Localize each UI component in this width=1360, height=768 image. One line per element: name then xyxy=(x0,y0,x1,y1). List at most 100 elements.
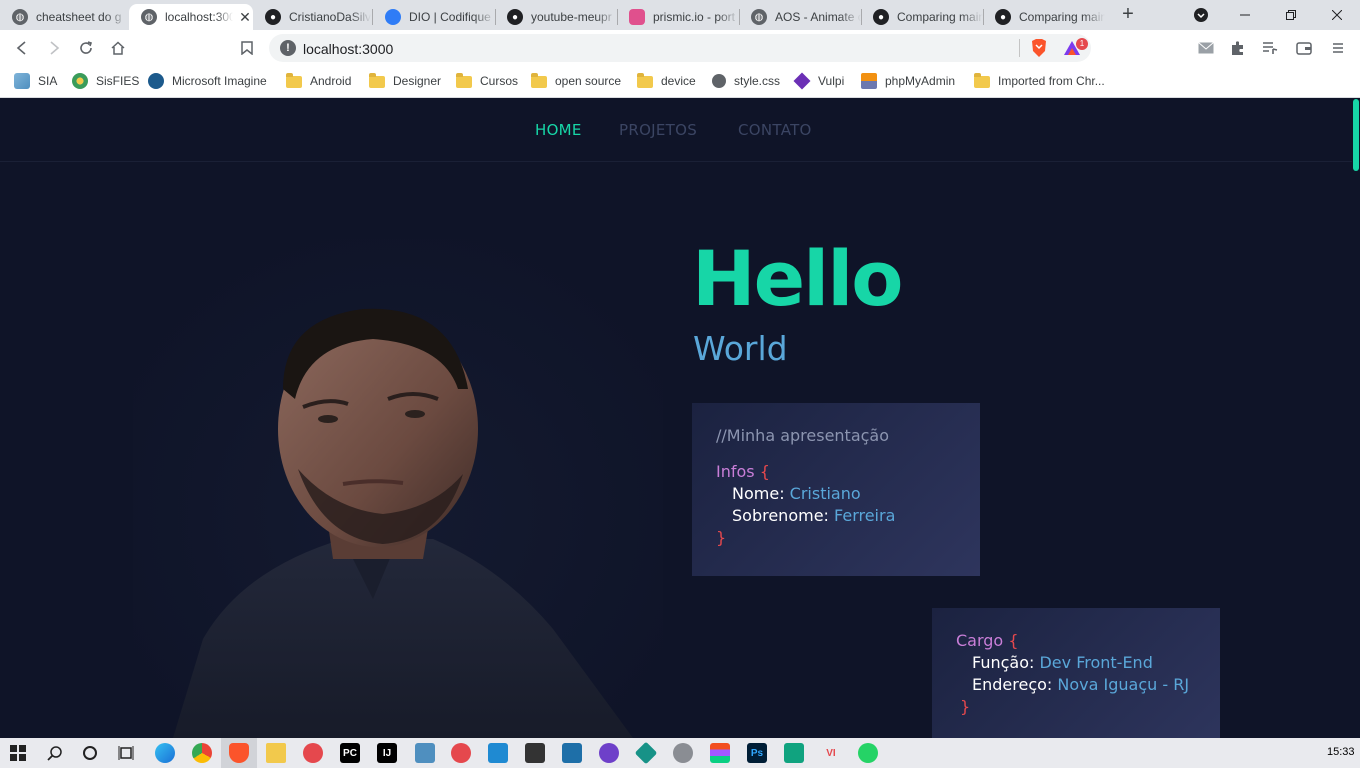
brave-shields-button[interactable] xyxy=(1027,36,1051,60)
bookmark-sia[interactable]: SIA xyxy=(14,72,57,90)
bookmark-designer[interactable]: Designer xyxy=(369,72,441,90)
bookmark-phpmyadmin[interactable]: phpMyAdmin xyxy=(861,72,955,90)
close-window-button[interactable] xyxy=(1314,0,1360,30)
media-button[interactable] xyxy=(1258,36,1282,60)
github-desktop-icon[interactable] xyxy=(599,743,619,763)
tab-prismic[interactable]: prismic.io - port xyxy=(617,4,739,30)
file-explorer-icon[interactable] xyxy=(266,743,286,763)
brave-icon[interactable] xyxy=(229,743,249,763)
reload-button[interactable] xyxy=(74,36,98,60)
forward-button[interactable] xyxy=(42,36,66,60)
tab-localhost[interactable]: ◍ localhost:3000 ✕ xyxy=(129,4,253,30)
bookmark-device[interactable]: device xyxy=(637,72,696,90)
sisfies-icon xyxy=(72,73,88,89)
tab-title: localhost:3000 xyxy=(165,10,233,24)
rewards-badge: 1 xyxy=(1076,38,1088,50)
virtualbox-icon[interactable] xyxy=(415,743,435,763)
back-button[interactable] xyxy=(10,36,34,60)
new-tab-button[interactable]: + xyxy=(1117,4,1139,26)
bookmark-label: Android xyxy=(310,74,352,88)
cortana-icon xyxy=(83,746,97,760)
tab-cheatsheet[interactable]: ◍ cheatsheet do g xyxy=(0,4,128,30)
task-view-icon xyxy=(118,746,134,760)
bookmark-imported[interactable]: Imported from Chr... xyxy=(974,72,1105,90)
cortana-button[interactable] xyxy=(80,743,100,763)
tab-github-cristiano[interactable]: ● CristianoDaSilva xyxy=(253,4,371,30)
app-red-icon[interactable] xyxy=(303,743,323,763)
info-icon[interactable]: ! xyxy=(280,40,296,56)
start-button[interactable] xyxy=(8,743,28,763)
minimize-button[interactable] xyxy=(1222,0,1268,30)
field-row: Nome: Cristiano xyxy=(716,483,956,505)
search-button[interactable] xyxy=(45,743,65,763)
task-view-button[interactable] xyxy=(116,743,136,763)
bookmark-cursos[interactable]: Cursos xyxy=(456,72,518,90)
close-icon[interactable]: ✕ xyxy=(237,9,253,26)
mail-button[interactable] xyxy=(1194,36,1218,60)
bookmark-style-css[interactable]: style.css xyxy=(712,72,780,90)
folder-icon xyxy=(637,73,653,88)
scrollbar-thumb[interactable] xyxy=(1353,99,1359,171)
brave-lion-icon xyxy=(1032,39,1046,57)
pycharm-icon[interactable]: PC xyxy=(340,743,360,763)
bookmark-label: open source xyxy=(555,74,622,88)
github-icon: ● xyxy=(507,9,523,25)
page-scrollbar[interactable] xyxy=(1352,99,1360,738)
vi-icon[interactable]: VI xyxy=(821,743,841,763)
bookmark-label: Vulpi xyxy=(818,74,845,88)
tab-search-button[interactable] xyxy=(1178,0,1224,30)
tab-title: DIO | Codifique xyxy=(409,10,491,24)
restore-button[interactable] xyxy=(1268,0,1314,30)
bookmark-button[interactable] xyxy=(235,36,259,60)
job-card: Cargo { Função: Dev Front-End Endereço: … xyxy=(932,608,1220,738)
home-button[interactable] xyxy=(106,36,130,60)
bookmark-label: Imported from Chr... xyxy=(998,74,1105,88)
bookmark-vulpi[interactable]: Vulpi xyxy=(793,72,845,90)
bookmark-open-source[interactable]: open source xyxy=(531,72,621,90)
tab-aos[interactable]: ◍ AOS - Animate o xyxy=(739,4,861,30)
object-key: Cargo xyxy=(956,631,1004,650)
terminal-icon[interactable] xyxy=(525,743,545,763)
bookmark-sisfies[interactable]: SisFIES xyxy=(72,72,139,90)
chrome-icon[interactable] xyxy=(192,743,212,763)
tab-youtube-meupr[interactable]: ● youtube-meupr xyxy=(495,4,617,30)
tab-comparing-2[interactable]: ● Comparing main xyxy=(983,4,1105,30)
phpmyadmin-icon xyxy=(861,73,877,89)
nav-contato-link[interactable]: CONTATO xyxy=(738,121,812,139)
object-key: Infos xyxy=(716,462,755,481)
tab-dio[interactable]: DIO | Codifique xyxy=(373,4,495,30)
app-red-circle-icon[interactable] xyxy=(451,743,471,763)
field-row: Função: Dev Front-End xyxy=(956,652,1196,674)
app-blue-icon[interactable] xyxy=(562,743,582,763)
photoshop-icon[interactable]: Ps xyxy=(747,743,767,763)
prismic-icon xyxy=(629,9,645,25)
folder-icon xyxy=(456,73,472,88)
tab-comparing-1[interactable]: ● Comparing main xyxy=(861,4,983,30)
intellij-icon[interactable]: IJ xyxy=(377,743,397,763)
vulpi-icon xyxy=(793,72,811,90)
bookmark-microsoft-imagine[interactable]: Microsoft Imagine xyxy=(148,72,267,90)
vscode-icon[interactable] xyxy=(488,743,508,763)
app-gray-icon[interactable] xyxy=(673,743,693,763)
app-green-icon[interactable] xyxy=(784,743,804,763)
edge-icon[interactable] xyxy=(155,743,175,763)
github-icon: ● xyxy=(265,9,281,25)
dio-icon xyxy=(385,9,401,25)
field-value: Dev Front-End xyxy=(1039,653,1153,672)
nav-projetos-link[interactable]: PROJETOS xyxy=(619,121,697,139)
profile-photo xyxy=(133,239,663,738)
extensions-button[interactable] xyxy=(1226,36,1250,60)
whatsapp-icon[interactable] xyxy=(858,743,878,763)
code-object-header: Cargo { xyxy=(956,630,1196,652)
chevron-down-icon xyxy=(1194,8,1208,22)
intro-card: //Minha apresentação Infos { Nome: Crist… xyxy=(692,403,980,576)
url-text[interactable]: localhost:3000 xyxy=(303,41,393,57)
tab-title: youtube-meupr xyxy=(531,10,612,24)
figma-icon[interactable] xyxy=(710,743,730,763)
wallet-button[interactable] xyxy=(1292,36,1316,60)
nav-home-link[interactable]: HOME xyxy=(535,121,582,139)
field-prop: Endereço: xyxy=(972,675,1053,694)
menu-button[interactable] xyxy=(1326,36,1350,60)
bookmark-label: phpMyAdmin xyxy=(885,74,956,88)
bookmark-android[interactable]: Android xyxy=(286,72,351,90)
